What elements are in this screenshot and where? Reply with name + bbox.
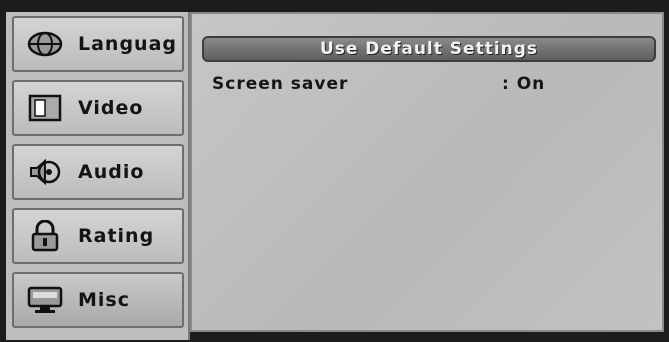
osd-screen: Languag Video Audio Rating Misc Use Defa…: [0, 0, 669, 342]
tab-audio[interactable]: Audio: [12, 144, 184, 200]
setting-name-screen-saver: Screen saver: [212, 74, 349, 94]
tab-audio-label: Audio: [78, 161, 145, 183]
tab-rating-label: Rating: [78, 225, 155, 247]
tab-video-label: Video: [78, 97, 144, 119]
use-default-settings-button[interactable]: Use Default Settings: [202, 36, 656, 62]
use-default-settings-label: Use Default Settings: [319, 39, 539, 59]
tab-rating[interactable]: Rating: [12, 208, 184, 264]
tab-video[interactable]: Video: [12, 80, 184, 136]
globe-icon: [24, 27, 66, 61]
tab-language-label: Languag: [78, 33, 178, 55]
setting-value-screen-saver: : On: [502, 74, 546, 94]
padlock-icon: [24, 219, 66, 253]
tab-misc[interactable]: Misc: [12, 272, 184, 328]
tab-misc-label: Misc: [78, 289, 130, 311]
video-screen-icon: [24, 91, 66, 125]
speaker-icon: [24, 155, 66, 189]
monitor-icon: [24, 283, 66, 317]
misc-settings-panel: Use Default Settings Screen saver : On: [190, 12, 664, 332]
settings-sidebar: Languag Video Audio Rating Misc: [6, 12, 190, 340]
setting-row-screen-saver[interactable]: Screen saver : On: [212, 74, 652, 100]
tab-language[interactable]: Languag: [12, 16, 184, 72]
